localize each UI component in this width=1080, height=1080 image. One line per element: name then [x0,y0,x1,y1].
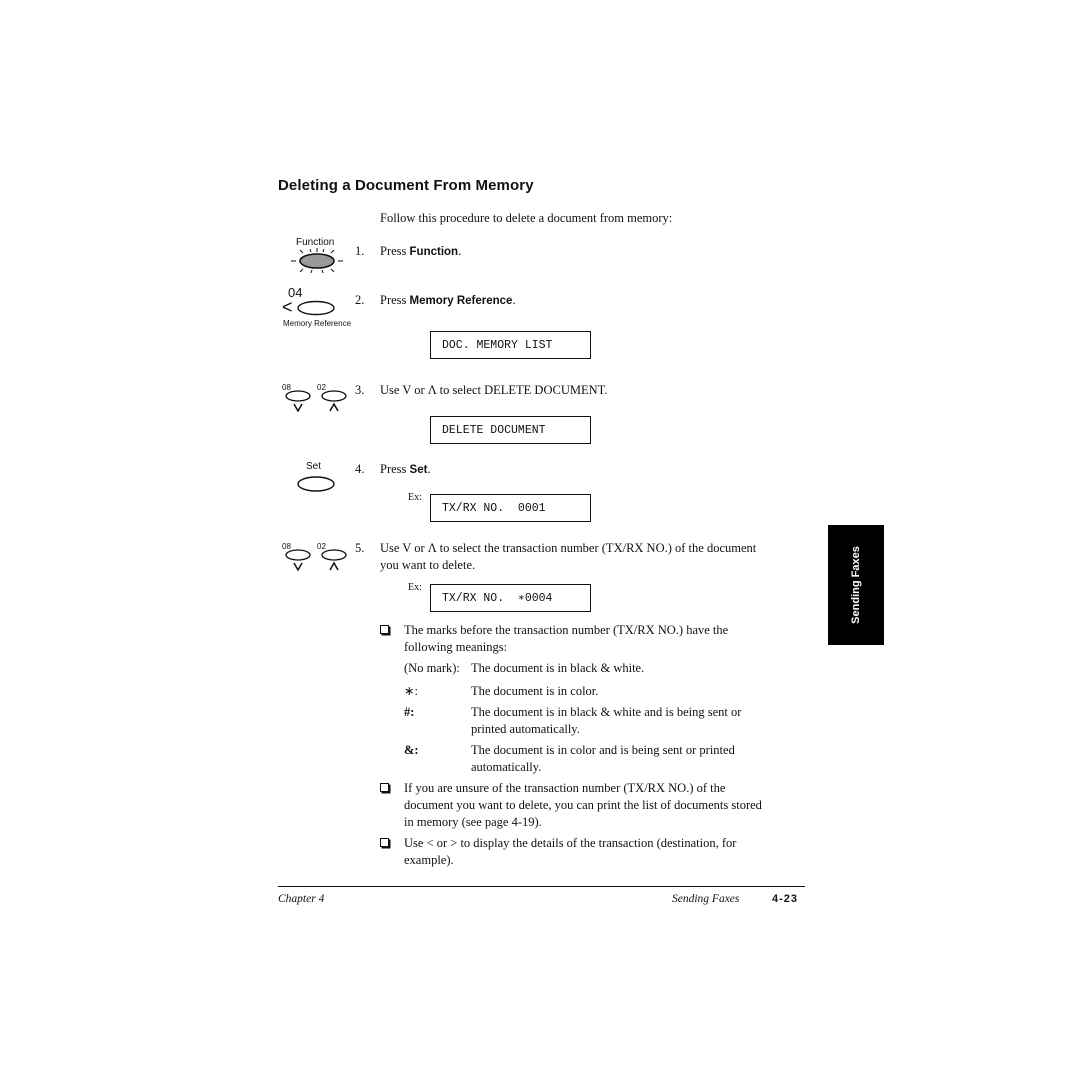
step-3-number: 3. [355,383,365,397]
unsure-note-line3: in memory (see page 4-19). [404,815,542,829]
step-1-text: Press Function. [380,244,462,258]
step-4-number: 4. [355,462,365,476]
up-down-buttons-icon: 08 02 [280,542,352,572]
mark-description: The document is in color and is being se… [471,743,735,757]
footer-section: Sending Faxes [672,893,740,905]
step-5-number: 5. [355,541,365,555]
mark-description: The document is in black & white. [471,661,645,675]
intro-text: Follow this procedure to delete a docume… [380,211,673,225]
step-4-text: Press Set. [380,462,431,476]
mark-description-cont: printed automatically. [471,722,580,736]
left-arrow-icon: < [282,297,293,317]
memory-reference-button-icon: 04 < Memory Reference [282,285,352,328]
page-title: Deleting a Document From Memory [278,177,534,194]
marks-intro-line2: following meanings: [404,640,508,654]
lcd-display: DOC. MEMORY LIST [430,331,591,359]
mark-description: The document is in color. [471,684,599,698]
footer-chapter: Chapter 4 [278,893,325,905]
mark-label: #: [404,705,415,719]
up-down-buttons-icon: 08 02 [280,383,352,413]
flashing-button-icon [291,248,343,273]
checkbox-bullet-icon [380,838,389,847]
details-note-line1: Use < or > to display the details of the… [404,836,737,850]
checkbox-bullet-icon [380,625,389,634]
mark-label: ∗: [404,684,418,698]
step-1-number: 1. [355,244,365,258]
lcd-display: TX/RX NO. 0001 [430,494,591,522]
mark-description-cont: automatically. [471,760,542,774]
unsure-note-line1: If you are unsure of the transaction num… [404,781,726,795]
function-button-icon: Function [288,237,348,273]
footer-page-number: 4-23 [772,893,799,905]
oval-button-icon [297,476,335,492]
example-label: Ex: [408,582,422,593]
step-3-text: Use V or Λ to select DELETE DOCUMENT. [380,383,608,397]
oval-buttons-icon [285,390,347,413]
mark-label: (No mark): [404,661,460,675]
lcd-display: TX/RX NO. ∗0004 [430,584,591,612]
mark-label: &: [404,743,419,757]
set-button-icon: Set [295,461,340,495]
section-tab: Sending Faxes [828,525,884,645]
mark-description: The document is in black & white and is … [471,705,742,719]
step-5-text-line1: Use V or Λ to select the transaction num… [380,541,757,555]
step-2-number: 2. [355,293,365,307]
checkbox-bullet-icon [380,783,389,792]
marks-intro-line1: The marks before the transaction number … [404,623,729,637]
footer-rule [278,886,805,887]
oval-button-icon [297,300,335,316]
unsure-note-line2: document you want to delete, you can pri… [404,798,762,812]
step-5-text-line2: you want to delete. [380,558,476,572]
example-label: Ex: [408,492,422,503]
lcd-display: DELETE DOCUMENT [430,416,591,444]
oval-buttons-icon [285,549,347,572]
step-2-text: Press Memory Reference. [380,293,516,307]
details-note-line2: example). [404,853,454,867]
